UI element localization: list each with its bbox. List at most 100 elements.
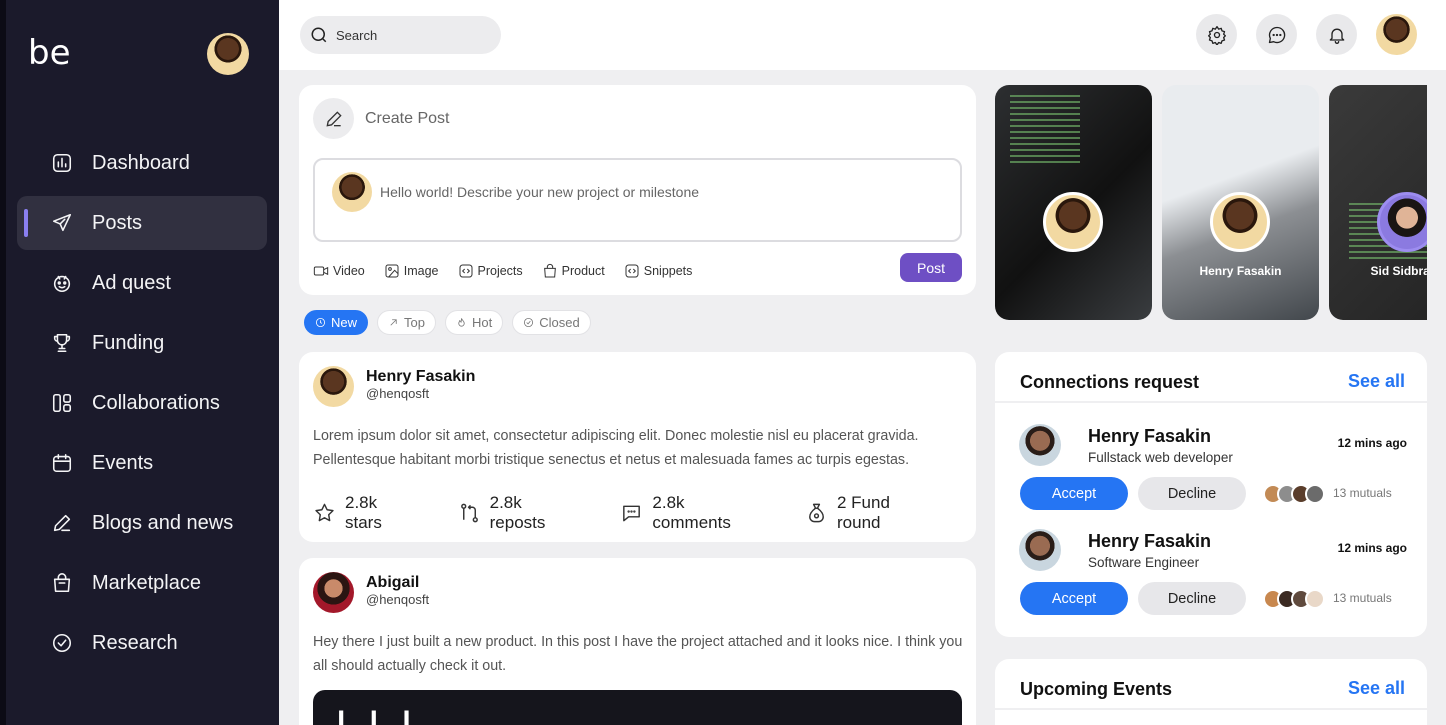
notifications-button[interactable] (1316, 14, 1357, 55)
search-input[interactable] (336, 27, 486, 43)
story-card[interactable]: Henry Fasakin (1162, 85, 1319, 320)
sidebar-item-label: Dashboard (92, 151, 190, 174)
stat-label: 2.8k comments (652, 493, 731, 532)
sidebar-item-funding[interactable]: Funding (17, 316, 267, 370)
repost-icon (460, 503, 478, 523)
tool-video[interactable]: Video (313, 263, 365, 279)
story-card[interactable]: Sid Sidbrand (1329, 85, 1427, 320)
layout-icon (51, 392, 73, 414)
sidebar-item-collaborations[interactable]: Collaborations (17, 376, 267, 430)
avatar[interactable] (313, 366, 354, 407)
avatar (1305, 589, 1325, 609)
stat-label: 2.8k reposts (489, 493, 546, 532)
create-post-title: Create Post (365, 110, 450, 127)
flame-icon (458, 318, 465, 327)
story-card[interactable] (995, 85, 1152, 320)
messages-button[interactable] (1256, 14, 1297, 55)
connection-request: Henry Fasakin Software Engineer 12 mins … (995, 529, 1427, 629)
accept-button[interactable]: Accept (1020, 477, 1128, 510)
post-tools: Video Image Projects Product Snippets (313, 263, 711, 279)
tool-label: Video (333, 264, 365, 278)
request-name[interactable]: Henry Fasakin (1088, 531, 1211, 552)
post-author-handle: @henqosft (366, 386, 430, 401)
filter-new[interactable]: New (304, 310, 369, 335)
fund-stat[interactable]: 2 Fund round (805, 493, 934, 533)
sidebar-item-marketplace[interactable]: Marketplace (17, 556, 267, 610)
tool-product[interactable]: Product (542, 263, 605, 279)
post-attachment[interactable]: l l l (313, 690, 962, 725)
story-name: Sid Sidbrand (1370, 264, 1427, 278)
send-icon (51, 212, 73, 234)
post-author-name[interactable]: Abigail (366, 574, 419, 592)
avatar[interactable] (1019, 424, 1061, 466)
divider (995, 708, 1427, 710)
post-input-placeholder[interactable]: Hello world! Describe your new project o… (380, 184, 699, 200)
logo-icon[interactable]: be (28, 34, 76, 76)
tool-label: Projects (477, 264, 523, 278)
post-composer[interactable]: Hello world! Describe your new project o… (313, 158, 962, 242)
sidebar-item-dashboard[interactable]: Dashboard (17, 136, 267, 190)
sidebar-avatar[interactable] (207, 33, 249, 75)
sidebar-item-events[interactable]: Events (17, 436, 267, 490)
filter-label: Hot (471, 315, 493, 330)
reposts-stat[interactable]: 2.8k reposts (458, 493, 579, 533)
comments-stat[interactable]: 2.8k comments (620, 493, 763, 533)
connections-title: Connections request (1020, 372, 1200, 392)
tool-projects[interactable]: Projects (458, 263, 523, 279)
code-icon (625, 264, 639, 278)
sidebar-item-label: Posts (92, 211, 143, 234)
trophy-icon (51, 332, 73, 354)
stars-stat[interactable]: 2.8k stars (313, 493, 416, 533)
sidebar-item-ad-quest[interactable]: Ad quest (17, 256, 267, 310)
create-post-card: Create Post Hello world! Describe your n… (299, 85, 976, 295)
calendar-icon (51, 452, 73, 474)
svg-text:be: be (28, 34, 71, 73)
comment-icon (623, 505, 641, 522)
bell-icon (1329, 28, 1344, 44)
gear-icon (1207, 25, 1226, 45)
pen-icon (51, 512, 73, 534)
events-card: Upcoming Events See all (995, 659, 1427, 725)
tool-snippets[interactable]: Snippets (624, 263, 692, 279)
sidebar-item-posts[interactable]: Posts (17, 196, 267, 250)
filter-closed[interactable]: Closed (512, 310, 591, 335)
app-root: be Dashboard Posts Ad quest Funding Coll… (0, 0, 1446, 725)
decline-button[interactable]: Decline (1138, 582, 1246, 615)
story-background (1010, 95, 1080, 165)
filter-top[interactable]: Top (377, 310, 436, 335)
dashboard-icon (51, 152, 73, 174)
search-bar[interactable] (300, 16, 501, 54)
story-name: Henry Fasakin (1199, 264, 1282, 278)
filter-hot[interactable]: Hot (444, 310, 504, 335)
sidebar-item-research[interactable]: Research (17, 616, 267, 670)
request-name[interactable]: Henry Fasakin (1088, 426, 1211, 447)
see-all-link[interactable]: See all (1348, 678, 1405, 699)
avatar[interactable] (313, 572, 354, 613)
bag-icon (51, 572, 73, 594)
see-all-link[interactable]: See all (1348, 371, 1405, 392)
post-button[interactable]: Post (900, 253, 962, 282)
filter-label: Closed (539, 315, 580, 330)
sidebar-item-label: Events (92, 451, 154, 474)
sidebar-item-blogs[interactable]: Blogs and news (17, 496, 267, 550)
post-card: Abigail @henqosft Hey there I just built… (299, 558, 976, 725)
connections-card: Connections request See all Henry Fasaki… (995, 352, 1427, 637)
stat-label: 2 Fund round (837, 493, 890, 532)
decline-button[interactable]: Decline (1138, 477, 1246, 510)
smiley-icon (51, 272, 73, 294)
create-post-icon-wrap (313, 98, 354, 139)
avatar[interactable] (1019, 529, 1061, 571)
tool-image[interactable]: Image (384, 263, 439, 279)
post-author-name[interactable]: Henry Fasakin (366, 368, 475, 386)
request-role: Software Engineer (1088, 555, 1200, 570)
sidebar-item-label: Funding (92, 331, 165, 354)
request-role: Fullstack web developer (1088, 450, 1233, 465)
post-body: Lorem ipsum dolor sit amet, consectetur … (313, 428, 919, 468)
events-title: Upcoming Events (1020, 679, 1173, 699)
stories-strip: Henry Fasakin Sid Sidbrand (995, 85, 1427, 320)
user-avatar[interactable] (1376, 14, 1417, 55)
sidebar-item-label: Ad quest (92, 271, 171, 294)
accept-button[interactable]: Accept (1020, 582, 1128, 615)
settings-button[interactable] (1196, 14, 1237, 55)
pen-icon (325, 110, 342, 127)
